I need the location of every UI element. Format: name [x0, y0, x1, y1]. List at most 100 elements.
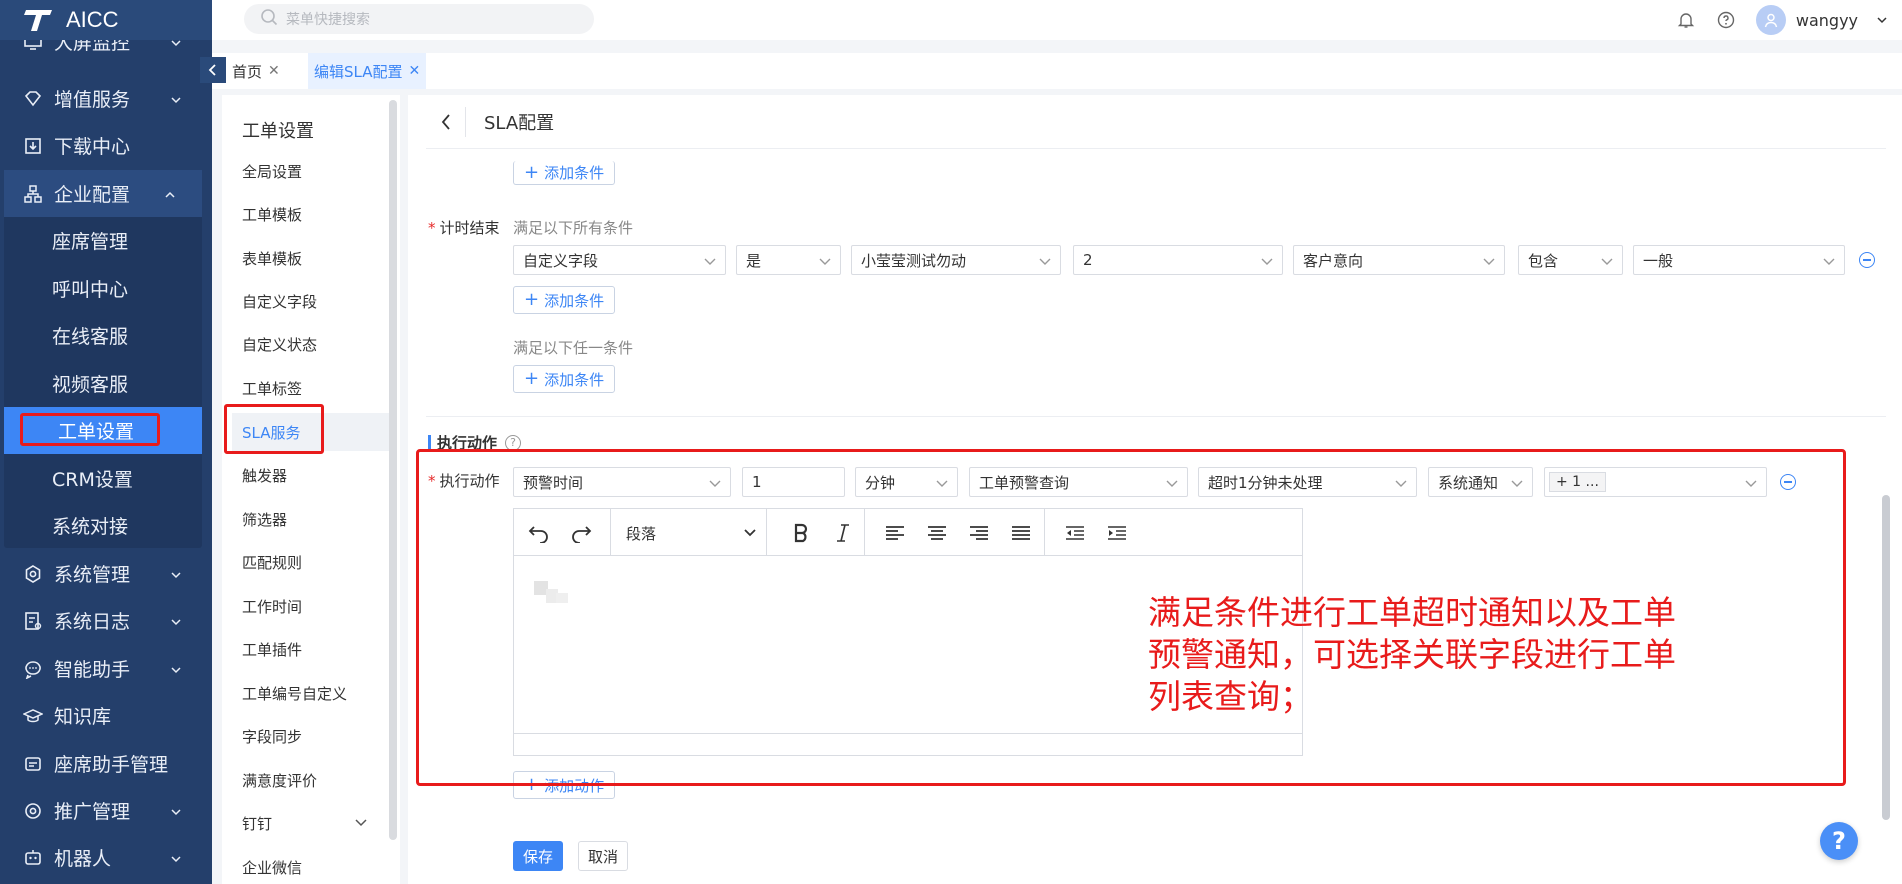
log-icon [22, 610, 44, 632]
chevron-down-icon[interactable] [354, 817, 368, 833]
submenu-item[interactable]: 全局设置 [242, 161, 302, 182]
submenu-title: 工单设置 [242, 121, 314, 142]
add-condition-button[interactable]: + 添加条件 [513, 286, 616, 314]
close-icon[interactable]: ✕ [408, 63, 420, 79]
sidebar-item-value-added[interactable]: 增值服务 [0, 75, 212, 122]
button-label: 添加条件 [544, 291, 605, 310]
sidebar-item-promotion[interactable]: 推广管理 [0, 787, 212, 834]
all-conditions-hint: 满足以下所有条件 [513, 219, 634, 237]
app-logo[interactable]: AICC [0, 0, 212, 40]
sidebar-subitem-label: CRM设置 [52, 469, 133, 491]
chevron-down-icon [170, 659, 182, 681]
submenu-item[interactable]: 表单模板 [242, 248, 302, 269]
help-float-button[interactable]: ? [1820, 822, 1858, 860]
submenu-item[interactable]: 匹配规则 [242, 552, 302, 573]
page-tabs: 首页 ✕ 编辑SLA配置 ✕ [212, 53, 1902, 89]
cancel-button[interactable]: 取消 [578, 841, 628, 871]
diamond-icon [22, 88, 44, 110]
condition-field-select[interactable]: 自定义字段 [513, 245, 726, 275]
remove-condition-icon[interactable] [1859, 252, 1875, 268]
sidebar-subitem-integration[interactable]: 系统对接 [4, 502, 202, 549]
user-area: wangyy [1676, 0, 1902, 40]
sidebar-item-label: 增值服务 [54, 89, 131, 111]
collapse-sidebar-button[interactable] [200, 57, 226, 83]
help-circle-icon[interactable] [1716, 10, 1736, 30]
sidebar-item-system-log[interactable]: 系统日志 [0, 597, 212, 644]
sidebar-item-robot[interactable]: 机器人 [0, 834, 212, 881]
close-icon[interactable]: ✕ [268, 63, 280, 79]
sidebar-item-label: 智能助手 [54, 659, 131, 681]
tab-home[interactable]: 首页 ✕ [226, 53, 286, 89]
sidebar-item-enterprise-config[interactable]: 企业配置 [4, 170, 202, 217]
sidebar-item-label: 企业配置 [54, 184, 131, 206]
sidebar-subitem-online-service[interactable]: 在线客服 [4, 312, 202, 359]
robot-icon [22, 847, 44, 869]
chevron-down-icon [1260, 254, 1274, 272]
sidebar: 大屏监控 AICC 增值服务 下载中心 企业配置 座席管理 呼叫中心 在线客服 … [0, 0, 212, 884]
sidebar-item-label: 座席助手管理 [54, 754, 169, 776]
sidebar-item-label: 知识库 [54, 706, 112, 728]
submenu-item[interactable]: 自定义状态 [242, 334, 317, 355]
timer-end-label: * 计时结束 [428, 217, 500, 238]
add-condition-button[interactable]: + 添加条件 [513, 161, 616, 185]
submenu-item[interactable]: 工单模板 [242, 204, 302, 225]
sidebar-subitem-label: 视频客服 [52, 374, 129, 396]
condition-value-select[interactable]: 小莹莹测试勿动 [851, 245, 1061, 275]
menu-search-input[interactable]: 菜单快捷搜索 [244, 4, 594, 34]
headset-icon [22, 753, 44, 775]
submenu-item[interactable]: 工单插件 [242, 639, 302, 660]
condition-level-select[interactable]: 一般 [1633, 245, 1845, 275]
submenu-scrollbar[interactable] [389, 100, 397, 840]
main-scrollbar[interactable] [1882, 495, 1890, 820]
plus-icon: + [524, 289, 540, 310]
sidebar-item-system-admin[interactable]: 系统管理 [0, 550, 212, 597]
sidebar-subitem-video-service[interactable]: 视频客服 [4, 360, 202, 407]
sidebar-subitem-crm[interactable]: CRM设置 [4, 455, 202, 502]
submenu-item[interactable]: 触发器 [242, 465, 287, 486]
sidebar-item-download[interactable]: 下载中心 [0, 122, 212, 169]
tab-edit-sla[interactable]: 编辑SLA配置 ✕ [308, 53, 427, 89]
app-name: AICC [66, 7, 119, 32]
submenu-item[interactable]: 企业微信 [242, 857, 302, 878]
add-condition-button[interactable]: + 添加条件 [513, 365, 616, 393]
submenu-item[interactable]: 工单标签 [242, 378, 302, 399]
sidebar-item-smart-assistant[interactable]: 智能助手 [0, 645, 212, 692]
highlight-box [20, 413, 160, 446]
sidebar-subitem-label: 在线客服 [52, 326, 129, 348]
avatar[interactable] [1755, 5, 1786, 35]
sidebar-item-agent-assistant[interactable]: 座席助手管理 [0, 740, 212, 787]
bell-icon[interactable] [1676, 10, 1696, 30]
condition-number-select[interactable]: 2 [1073, 245, 1283, 275]
submenu-item[interactable]: 筛选器 [242, 509, 287, 530]
sidebar-item-knowledge-base[interactable]: 知识库 [0, 692, 212, 739]
submenu-item[interactable]: 自定义字段 [242, 291, 317, 312]
sidebar-subitem-callcenter[interactable]: 呼叫中心 [4, 265, 202, 312]
select-value: 客户意向 [1303, 251, 1364, 270]
back-button[interactable] [426, 106, 466, 137]
chevron-down-icon [170, 801, 182, 823]
tab-label: 首页 [232, 62, 263, 81]
submenu-item-dingtalk[interactable]: 钉钉 [242, 813, 272, 834]
chevron-down-icon [1482, 254, 1496, 272]
tab-label: 编辑SLA配置 [314, 62, 403, 81]
sidebar-subitem-seat[interactable]: 座席管理 [4, 217, 202, 264]
submenu-item[interactable]: 工作时间 [242, 596, 302, 617]
chevron-down-icon[interactable] [1872, 10, 1892, 30]
button-label: 添加条件 [544, 370, 605, 389]
user-name[interactable]: wangyy [1796, 11, 1858, 30]
sidebar-item-label: 下载中心 [54, 136, 131, 158]
save-button[interactable]: 保存 [513, 841, 563, 871]
search-icon [260, 8, 278, 30]
sidebar-item-label: 系统管理 [54, 564, 131, 586]
condition-operator-select[interactable]: 是 [736, 245, 841, 275]
chevron-down-icon [170, 564, 182, 586]
condition-customer-field-select[interactable]: 客户意向 [1293, 245, 1505, 275]
section-bar [428, 435, 431, 450]
chevron-down-icon [703, 254, 717, 272]
submenu-item[interactable]: 满意度评价 [242, 770, 317, 791]
condition-contains-select[interactable]: 包含 [1518, 245, 1623, 275]
gear-icon [22, 563, 44, 585]
submenu-item[interactable]: 字段同步 [242, 726, 302, 747]
sidebar-subitem-label: 系统对接 [52, 516, 129, 538]
submenu-item[interactable]: 工单编号自定义 [242, 683, 347, 704]
